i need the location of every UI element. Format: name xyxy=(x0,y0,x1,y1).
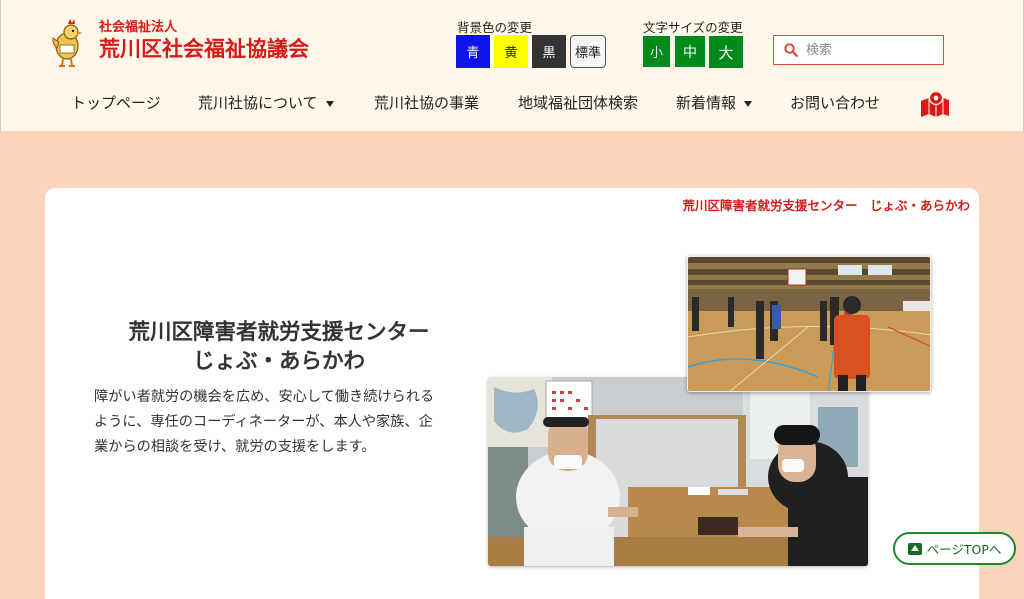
font-size-label: 文字サイズの変更 xyxy=(643,20,743,35)
nav-item-news[interactable]: 新着情報 xyxy=(676,92,753,113)
nav-item-label: トップページ xyxy=(71,94,161,112)
main-nav: トップページ 荒川社協について 荒川社協の事業 地域福祉団体検索 新着情報 お問… xyxy=(1,92,1024,116)
caret-down-icon xyxy=(744,100,753,107)
nav-item-label: お問い合わせ xyxy=(790,94,881,112)
nav-item-label: 荒川社協について xyxy=(198,94,318,112)
page-top-label: ページTOPへ xyxy=(926,542,1002,557)
consultation-photo xyxy=(488,377,868,566)
page-top-button[interactable]: ページTOPへ xyxy=(893,532,1016,565)
font-small-button[interactable]: 小 xyxy=(643,36,670,67)
nav-item-label: 新着情報 xyxy=(676,94,737,112)
search-box[interactable] xyxy=(773,35,944,65)
site-logo[interactable]: 社会福祉法人 荒川区社会福祉協議会 xyxy=(51,18,309,68)
bg-standard-button[interactable]: 標準 xyxy=(570,35,606,68)
mascot-logo-icon xyxy=(52,19,82,67)
nav-item-label: 荒川社協の事業 xyxy=(374,94,480,112)
search-input[interactable] xyxy=(806,42,926,58)
page-title-line2: じょぶ・あらかわ xyxy=(192,349,365,374)
bg-yellow-button[interactable]: 黄 xyxy=(494,35,528,68)
font-large-button[interactable]: 大 xyxy=(709,36,743,68)
search-icon[interactable] xyxy=(784,43,798,57)
org-subtitle: 社会福祉法人 xyxy=(99,20,178,35)
content-card: 荒川区障害者就労支援センター じょぶ・あらかわ 荒川区障害者就労支援センター じ… xyxy=(45,188,979,599)
org-name: 荒川区社会福祉協議会 xyxy=(99,37,309,61)
gym-photo xyxy=(687,256,931,392)
nav-item-label: 地域福祉団体検索 xyxy=(518,94,639,112)
nav-item-contact[interactable]: お問い合わせ xyxy=(790,92,880,113)
page-description: 障がい者就労の機会を広め、安心して働き続けられるように、専任のコーディネーターが… xyxy=(94,389,435,455)
nav-item-about[interactable]: 荒川社協について xyxy=(198,92,334,113)
page-title-line1: 荒川区障害者就労支援センター xyxy=(128,320,430,345)
page-title: 荒川区障害者就労支援センター じょぶ・あらかわ xyxy=(65,318,493,376)
nav-item-top[interactable]: トップページ xyxy=(71,92,161,113)
bg-color-label: 背景色の変更 xyxy=(457,20,533,35)
bg-blue-button[interactable]: 青 xyxy=(456,35,490,68)
caret-down-icon xyxy=(325,100,334,107)
breadcrumb: 荒川区障害者就労支援センター じょぶ・あらかわ xyxy=(682,198,970,213)
nav-item-projects[interactable]: 荒川社協の事業 xyxy=(374,92,479,113)
arrow-up-icon xyxy=(907,542,922,555)
nav-item-group-search[interactable]: 地域福祉団体検索 xyxy=(518,92,638,113)
map-marker-icon[interactable] xyxy=(920,91,950,117)
site-header: 社会福祉法人 荒川区社会福祉協議会 背景色の変更 青 黄 黒 標準 文字サイズの… xyxy=(0,0,1024,131)
bg-black-button[interactable]: 黒 xyxy=(532,35,566,68)
font-medium-button[interactable]: 中 xyxy=(675,36,705,67)
